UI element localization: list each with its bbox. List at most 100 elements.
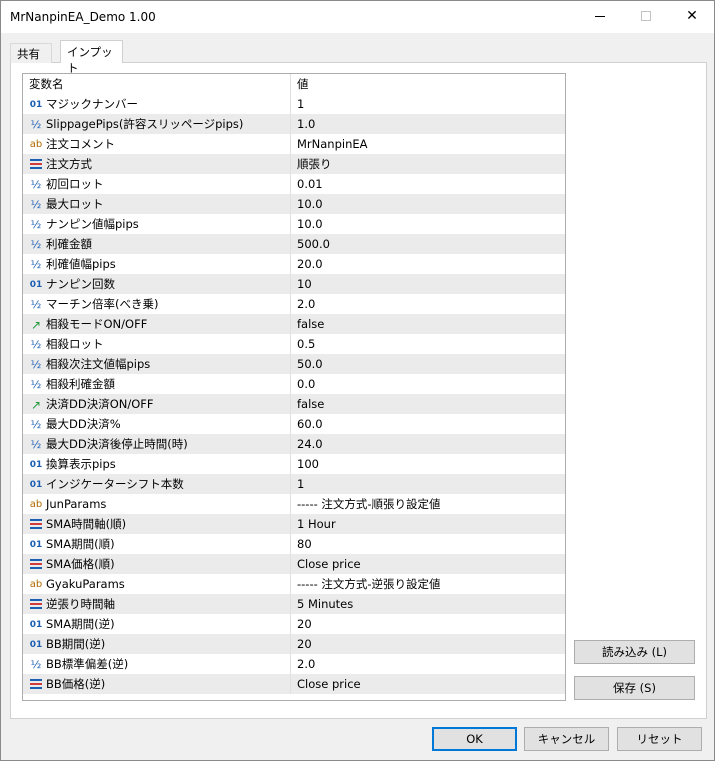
parameter-name-cell[interactable]: ½ 最大DD決済後停止時間(時) <box>23 434 291 454</box>
table-row[interactable]: ↗ 相殺モードON/OFF false <box>23 314 565 334</box>
parameter-name-cell[interactable]: ab GyakuParams <box>23 574 291 594</box>
parameter-value-cell[interactable]: 0.0 <box>291 374 565 394</box>
parameter-name-cell[interactable]: SMA価格(順) <box>23 554 291 574</box>
parameter-value-cell[interactable]: 10.0 <box>291 214 565 234</box>
parameter-name-cell[interactable]: ab 注文コメント <box>23 134 291 154</box>
table-row[interactable]: 注文方式 順張り <box>23 154 565 174</box>
table-row[interactable]: 01 SMA期間(順) 80 <box>23 534 565 554</box>
maximize-button[interactable] <box>623 1 669 32</box>
table-row[interactable]: ½ 相殺利確金額 0.0 <box>23 374 565 394</box>
parameter-value-cell[interactable]: 5 Minutes <box>291 594 565 614</box>
parameter-name-cell[interactable]: 01 BB期間(逆) <box>23 634 291 654</box>
parameter-name-cell[interactable]: ½ 利確値幅pips <box>23 254 291 274</box>
parameter-value-cell[interactable]: 20.0 <box>291 254 565 274</box>
table-row[interactable]: ½ 最大DD決済後停止時間(時) 24.0 <box>23 434 565 454</box>
parameter-value-cell[interactable]: 1 <box>291 474 565 494</box>
parameter-name-cell[interactable]: 01 SMA期間(順) <box>23 534 291 554</box>
parameter-name-cell[interactable]: 01 マジックナンバー <box>23 94 291 114</box>
parameter-name-cell[interactable]: 01 ナンピン回数 <box>23 274 291 294</box>
parameter-value-cell[interactable]: Close price <box>291 554 565 574</box>
table-row[interactable]: ½ 相殺ロット 0.5 <box>23 334 565 354</box>
parameter-name-cell[interactable]: ½ SlippagePips(許容スリッページpips) <box>23 114 291 134</box>
parameter-name-cell[interactable]: ½ 相殺利確金額 <box>23 374 291 394</box>
parameter-name-cell[interactable]: ½ 最大DD決済% <box>23 414 291 434</box>
parameter-name-cell[interactable]: ½ マーチン倍率(べき乗) <box>23 294 291 314</box>
column-header-value[interactable]: 値 <box>291 74 565 94</box>
parameter-name-cell[interactable]: BB価格(逆) <box>23 674 291 694</box>
parameter-value-cell[interactable]: MrNanpinEA <box>291 134 565 154</box>
table-row[interactable]: ½ 利確金額 500.0 <box>23 234 565 254</box>
table-row[interactable]: ½ 初回ロット 0.01 <box>23 174 565 194</box>
parameter-value-cell[interactable]: 順張り <box>291 154 565 174</box>
table-row[interactable]: 01 マジックナンバー 1 <box>23 94 565 114</box>
parameter-value-cell[interactable]: 0.5 <box>291 334 565 354</box>
parameter-value-cell[interactable]: 500.0 <box>291 234 565 254</box>
table-row[interactable]: ½ SlippagePips(許容スリッページpips) 1.0 <box>23 114 565 134</box>
parameter-value-cell[interactable]: 2.0 <box>291 294 565 314</box>
parameter-name-cell[interactable]: ½ 相殺次注文値幅pips <box>23 354 291 374</box>
parameter-value-cell[interactable]: 60.0 <box>291 414 565 434</box>
table-row[interactable]: BB価格(逆) Close price <box>23 674 565 694</box>
parameter-value-cell[interactable]: 20 <box>291 634 565 654</box>
parameter-value-cell[interactable]: 20 <box>291 614 565 634</box>
parameter-value-cell[interactable]: ----- 注文方式-逆張り設定値 <box>291 574 565 594</box>
reset-button[interactable]: リセット <box>617 727 702 751</box>
parameter-name-cell[interactable]: ½ 初回ロット <box>23 174 291 194</box>
parameter-name-cell[interactable]: SMA時間軸(順) <box>23 514 291 534</box>
table-row[interactable]: ½ ナンピン値幅pips 10.0 <box>23 214 565 234</box>
table-row[interactable]: 01 換算表示pips 100 <box>23 454 565 474</box>
table-row[interactable]: ab 注文コメント MrNanpinEA <box>23 134 565 154</box>
parameter-value-cell[interactable]: false <box>291 314 565 334</box>
parameter-value-cell[interactable]: 1 Hour <box>291 514 565 534</box>
parameter-name-cell[interactable]: ½ 利確金額 <box>23 234 291 254</box>
table-row[interactable]: ½ BB標準偏差(逆) 2.0 <box>23 654 565 674</box>
cancel-button[interactable]: キャンセル <box>524 727 609 751</box>
table-row[interactable]: ↗ 決済DD決済ON/OFF false <box>23 394 565 414</box>
minimize-button[interactable] <box>577 1 623 32</box>
parameter-name-cell[interactable]: 注文方式 <box>23 154 291 174</box>
parameter-value-cell[interactable]: 10 <box>291 274 565 294</box>
parameter-name-cell[interactable]: 01 インジケーターシフト本数 <box>23 474 291 494</box>
table-row[interactable]: ½ 相殺次注文値幅pips 50.0 <box>23 354 565 374</box>
column-header-name[interactable]: 変数名 <box>23 74 291 94</box>
save-button[interactable]: 保存 (S) <box>574 676 695 700</box>
close-button[interactable]: ✕ <box>669 1 715 32</box>
table-row[interactable]: ½ 最大ロット 10.0 <box>23 194 565 214</box>
table-row[interactable]: ½ 最大DD決済% 60.0 <box>23 414 565 434</box>
parameter-name-cell[interactable]: ↗ 相殺モードON/OFF <box>23 314 291 334</box>
parameter-value-cell[interactable]: 1 <box>291 94 565 114</box>
parameter-value-cell[interactable]: 1.0 <box>291 114 565 134</box>
table-row[interactable]: 01 ナンピン回数 10 <box>23 274 565 294</box>
parameter-value-cell[interactable]: 2.0 <box>291 654 565 674</box>
parameter-value-cell[interactable]: 24.0 <box>291 434 565 454</box>
parameter-value-cell[interactable]: Close price <box>291 674 565 694</box>
tab-common[interactable]: 共有 <box>10 43 52 63</box>
parameter-value-cell[interactable]: 100 <box>291 454 565 474</box>
table-row[interactable]: 01 インジケーターシフト本数 1 <box>23 474 565 494</box>
table-row[interactable]: ab JunParams ----- 注文方式-順張り設定値 <box>23 494 565 514</box>
tab-inputs[interactable]: インプット <box>60 40 123 75</box>
load-button[interactable]: 読み込み (L) <box>574 640 695 664</box>
table-row[interactable]: 01 SMA期間(逆) 20 <box>23 614 565 634</box>
parameter-name-cell[interactable]: 01 換算表示pips <box>23 454 291 474</box>
parameter-name-cell[interactable]: 逆張り時間軸 <box>23 594 291 614</box>
table-row[interactable]: 逆張り時間軸 5 Minutes <box>23 594 565 614</box>
parameter-value-cell[interactable]: 80 <box>291 534 565 554</box>
table-row[interactable]: ½ 利確値幅pips 20.0 <box>23 254 565 274</box>
parameter-name-cell[interactable]: ½ BB標準偏差(逆) <box>23 654 291 674</box>
table-row[interactable]: SMA時間軸(順) 1 Hour <box>23 514 565 534</box>
parameter-name-cell[interactable]: ½ 相殺ロット <box>23 334 291 354</box>
parameter-name-cell[interactable]: 01 SMA期間(逆) <box>23 614 291 634</box>
parameter-name-cell[interactable]: ½ ナンピン値幅pips <box>23 214 291 234</box>
parameter-value-cell[interactable]: ----- 注文方式-順張り設定値 <box>291 494 565 514</box>
parameter-value-cell[interactable]: 10.0 <box>291 194 565 214</box>
parameter-value-cell[interactable]: false <box>291 394 565 414</box>
parameter-value-cell[interactable]: 0.01 <box>291 174 565 194</box>
parameter-name-cell[interactable]: ab JunParams <box>23 494 291 514</box>
table-row[interactable]: ab GyakuParams ----- 注文方式-逆張り設定値 <box>23 574 565 594</box>
table-row[interactable]: 01 BB期間(逆) 20 <box>23 634 565 654</box>
parameter-name-cell[interactable]: ↗ 決済DD決済ON/OFF <box>23 394 291 414</box>
parameter-value-cell[interactable]: 50.0 <box>291 354 565 374</box>
table-row[interactable]: SMA価格(順) Close price <box>23 554 565 574</box>
parameter-name-cell[interactable]: ½ 最大ロット <box>23 194 291 214</box>
